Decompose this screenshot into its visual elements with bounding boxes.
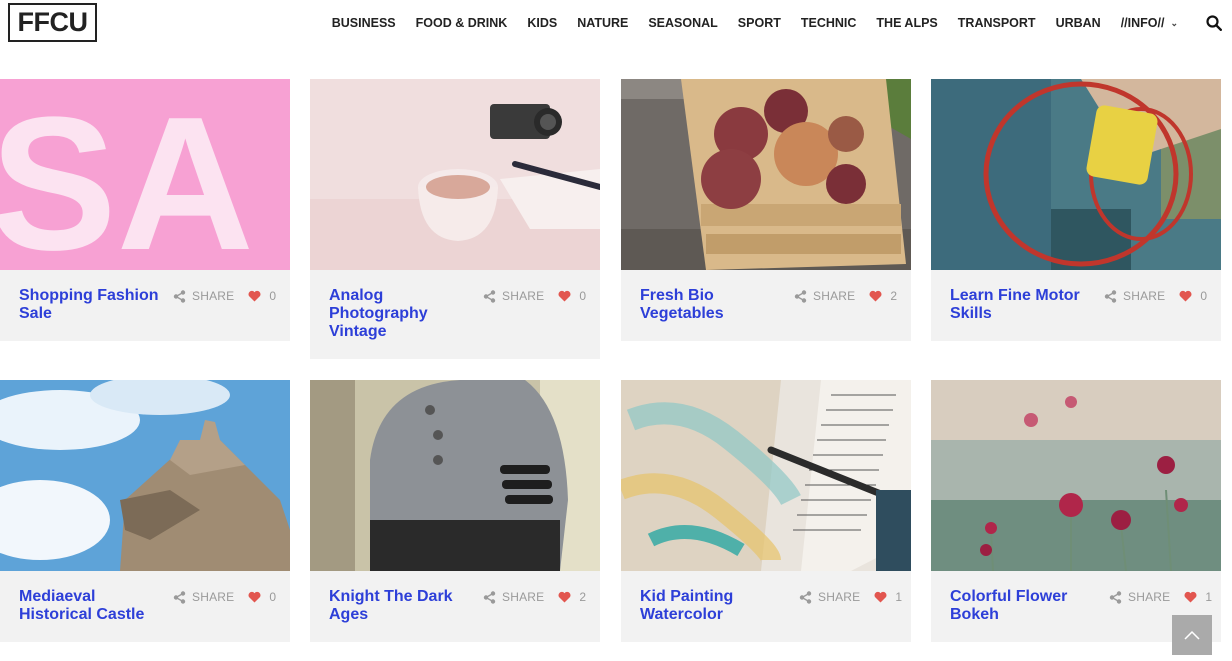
site-logo[interactable]: FFCU (8, 3, 97, 42)
share-label[interactable]: SHARE (818, 590, 860, 604)
like-count: 0 (269, 289, 277, 303)
chevron-up-icon (1184, 630, 1200, 640)
post-image-knight[interactable] (310, 380, 600, 571)
share-label[interactable]: SHARE (1123, 289, 1165, 303)
share-label[interactable]: SHARE (192, 590, 234, 604)
post-card[interactable]: Kid Painting Watercolor SHARE 1 (621, 380, 911, 642)
nav-item-urban[interactable]: URBAN (1056, 16, 1101, 30)
share-icon[interactable] (799, 590, 812, 604)
post-image-castle[interactable] (0, 380, 290, 571)
post-title[interactable]: Kid Painting Watercolor (640, 588, 780, 624)
post-card[interactable]: SA Shopping Fashion Sale SHARE 0 (0, 79, 290, 341)
post-image-watercolor[interactable] (621, 380, 911, 571)
heart-icon[interactable] (874, 591, 887, 603)
nav-item-kids[interactable]: KIDS (527, 16, 557, 30)
nav-item-nature[interactable]: NATURE (577, 16, 628, 30)
heart-icon[interactable] (558, 591, 571, 603)
post-card[interactable]: Analog Photography Vintage SHARE 0 (310, 79, 600, 359)
share-icon[interactable] (173, 590, 186, 604)
share-icon[interactable] (794, 289, 807, 303)
nav-item-sport[interactable]: SPORT (738, 16, 781, 30)
heart-icon[interactable] (869, 290, 882, 302)
post-title[interactable]: Knight The Dark Ages (329, 588, 469, 624)
post-title[interactable]: Mediaeval Historical Castle (19, 588, 169, 624)
post-image-motor-skills[interactable] (931, 79, 1221, 270)
post-title[interactable]: Shopping Fashion Sale (19, 287, 169, 323)
share-label[interactable]: SHARE (502, 289, 544, 303)
heart-icon[interactable] (558, 290, 571, 302)
post-image-fashion-sale[interactable]: SA (0, 79, 290, 270)
post-title[interactable]: Fresh Bio Vegetables (640, 287, 770, 323)
share-label[interactable]: SHARE (502, 590, 544, 604)
nav-item-seasonal[interactable]: SEASONAL (648, 16, 717, 30)
like-count: 0 (579, 289, 587, 303)
chevron-down-icon: ⌄ (1170, 18, 1178, 28)
share-label[interactable]: SHARE (813, 289, 855, 303)
share-icon[interactable] (1104, 289, 1117, 303)
nav-item-info[interactable]: //INFO// ⌄ (1121, 16, 1178, 30)
share-label[interactable]: SHARE (1128, 590, 1170, 604)
post-card[interactable]: Fresh Bio Vegetables SHARE 2 (621, 79, 911, 341)
share-icon[interactable] (1109, 590, 1122, 604)
heart-icon[interactable] (1184, 591, 1197, 603)
like-count: 0 (269, 590, 277, 604)
post-card[interactable]: Learn Fine Motor Skills SHARE 0 (931, 79, 1221, 341)
site-header: FFCU BUSINESS FOOD & DRINK KIDS NATURE S… (0, 0, 1232, 48)
like-count: 0 (1200, 289, 1208, 303)
heart-icon[interactable] (248, 290, 261, 302)
share-label[interactable]: SHARE (192, 289, 234, 303)
heart-icon[interactable] (248, 591, 261, 603)
svg-text:SA: SA (0, 79, 254, 270)
nav-item-the-alps[interactable]: THE ALPS (876, 16, 937, 30)
nav-item-transport[interactable]: TRANSPORT (958, 16, 1036, 30)
back-to-top-button[interactable] (1172, 615, 1212, 655)
nav-item-food-drink[interactable]: FOOD & DRINK (416, 16, 508, 30)
like-count: 1 (895, 590, 903, 604)
heart-icon[interactable] (1179, 290, 1192, 302)
share-icon[interactable] (483, 289, 496, 303)
search-icon[interactable] (1206, 15, 1222, 31)
post-image-flower-bokeh[interactable] (931, 380, 1221, 571)
main-nav: BUSINESS FOOD & DRINK KIDS NATURE SEASON… (312, 16, 1178, 30)
post-title[interactable]: Analog Photography Vintage (329, 287, 469, 341)
post-card[interactable]: Colorful Flower Bokeh SHARE 1 (931, 380, 1221, 642)
like-count: 2 (579, 590, 587, 604)
post-image-bio-vegetables[interactable] (621, 79, 911, 270)
share-icon[interactable] (483, 590, 496, 604)
nav-item-technic[interactable]: TECHNIC (801, 16, 857, 30)
nav-item-business[interactable]: BUSINESS (332, 16, 396, 30)
like-count: 1 (1205, 590, 1213, 604)
post-title[interactable]: Colorful Flower Bokeh (950, 588, 1090, 624)
post-image-analog-photography[interactable] (310, 79, 600, 270)
post-card[interactable]: Mediaeval Historical Castle SHARE 0 (0, 380, 290, 642)
like-count: 2 (890, 289, 898, 303)
post-card[interactable]: Knight The Dark Ages SHARE 2 (310, 380, 600, 642)
post-title[interactable]: Learn Fine Motor Skills (950, 287, 1090, 323)
share-icon[interactable] (173, 289, 186, 303)
nav-info-label: //INFO// (1120, 16, 1165, 30)
